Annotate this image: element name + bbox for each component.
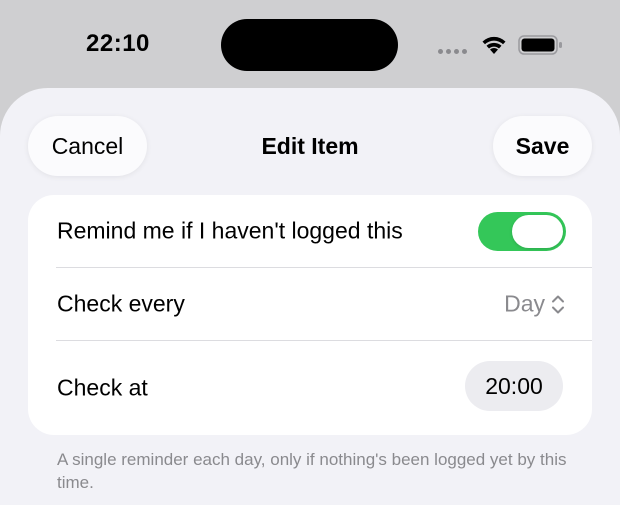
check-every-row[interactable]: Check every Day <box>28 268 592 340</box>
check-every-value: Day <box>504 290 545 317</box>
screen: 22:10 Cancel Edit Item Save Remind me if… <box>0 0 620 505</box>
remind-label: Remind me if I haven't logged this <box>57 217 403 244</box>
cellular-signal-icon <box>438 49 467 54</box>
footer-note: A single reminder each day, only if noth… <box>57 450 567 492</box>
check-at-label: Check at <box>57 374 148 401</box>
remind-toggle[interactable] <box>478 212 566 251</box>
check-every-label: Check every <box>57 290 185 317</box>
chevron-up-down-icon <box>552 295 564 313</box>
reminder-settings-card: Remind me if I haven't logged this Check… <box>28 195 592 435</box>
battery-icon <box>518 35 562 55</box>
check-at-time-picker[interactable]: 20:00 <box>465 361 563 411</box>
dynamic-island <box>221 19 398 71</box>
check-at-row: Check at 20:00 <box>28 341 592 435</box>
status-time: 22:10 <box>86 30 150 57</box>
wifi-icon <box>482 36 506 54</box>
toggle-knob <box>512 215 563 248</box>
remind-row[interactable]: Remind me if I haven't logged this <box>28 195 592 267</box>
save-button[interactable]: Save <box>493 116 592 176</box>
check-every-picker[interactable]: Day <box>504 291 565 318</box>
